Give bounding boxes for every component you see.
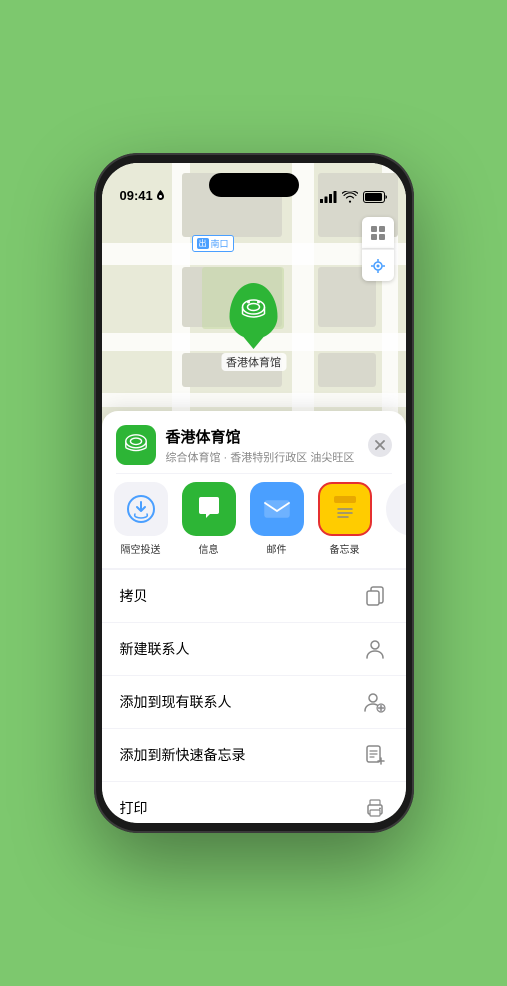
- message-icon-wrap: [182, 482, 236, 536]
- add-existing-icon: [362, 689, 388, 715]
- share-row: 隔空投送 信息: [102, 474, 406, 568]
- stadium-marker: 香港体育馆: [221, 283, 286, 371]
- airdrop-label: 隔空投送: [121, 541, 161, 556]
- airdrop-icon: [126, 494, 156, 524]
- mail-icon: [262, 494, 292, 524]
- add-notes-icon: [362, 742, 388, 768]
- message-icon: [194, 494, 224, 524]
- notes-label: 备忘录: [330, 541, 360, 556]
- share-item-notes[interactable]: 备忘录: [316, 482, 374, 556]
- copy-icon: [362, 583, 388, 609]
- location-icon: [371, 259, 385, 273]
- marker-label: 香港体育馆: [221, 353, 286, 371]
- share-item-more[interactable]: 提: [384, 482, 406, 556]
- print-label: 打印: [120, 798, 148, 818]
- bottom-sheet: 香港体育馆 综合体育馆 · 香港特别行政区 油尖旺区: [102, 411, 406, 823]
- battery-icon: [363, 191, 388, 203]
- map-type-icon: [370, 225, 386, 241]
- notes-icon-wrap: [318, 482, 372, 536]
- more-icon-wrap: [386, 482, 406, 536]
- more-dots-icon: [386, 482, 406, 536]
- airdrop-icon-wrap: [114, 482, 168, 536]
- stadium-icon: [240, 297, 268, 325]
- close-icon: [375, 440, 385, 450]
- venue-info: 香港体育馆 综合体育馆 · 香港特别行政区 油尖旺区: [166, 426, 358, 465]
- person-plus-icon: [364, 691, 386, 713]
- new-contact-label: 新建联系人: [120, 639, 190, 659]
- dynamic-island: [209, 173, 299, 197]
- action-list: 拷贝 新建联系人: [102, 569, 406, 823]
- status-time: 09:41: [120, 188, 165, 203]
- notes-icon: [330, 494, 360, 524]
- map-type-button[interactable]: [362, 217, 394, 249]
- phone-screen: 09:41: [102, 163, 406, 823]
- mail-icon-wrap: [250, 482, 304, 536]
- location-active-icon: [156, 190, 165, 201]
- message-label: 信息: [199, 541, 219, 556]
- phone-frame: 09:41: [94, 153, 414, 833]
- venue-sub: 综合体育馆 · 香港特别行政区 油尖旺区: [166, 449, 358, 465]
- print-svg-icon: [364, 797, 386, 819]
- action-new-contact[interactable]: 新建联系人: [102, 622, 406, 675]
- action-add-notes[interactable]: 添加到新快速备忘录: [102, 728, 406, 781]
- print-icon: [362, 795, 388, 821]
- action-copy[interactable]: 拷贝: [102, 569, 406, 622]
- map-controls: [362, 217, 394, 281]
- signal-icon: [320, 191, 337, 203]
- copy-svg-icon: [364, 585, 386, 607]
- location-button[interactable]: [362, 249, 394, 281]
- mail-label: 邮件: [267, 541, 287, 556]
- status-icons: [320, 191, 388, 203]
- add-notes-label: 添加到新快速备忘录: [120, 745, 246, 765]
- venue-stadium-icon: [123, 432, 149, 458]
- venue-icon: [116, 425, 156, 465]
- action-print[interactable]: 打印: [102, 781, 406, 823]
- notes-quick-icon: [364, 744, 386, 766]
- copy-label: 拷贝: [120, 586, 148, 606]
- close-button[interactable]: [368, 433, 392, 457]
- sheet-header: 香港体育馆 综合体育馆 · 香港特别行政区 油尖旺区: [102, 411, 406, 473]
- wifi-icon: [342, 191, 358, 203]
- action-add-existing[interactable]: 添加到现有联系人: [102, 675, 406, 728]
- nankou-label: 出 南口: [192, 235, 234, 252]
- new-contact-icon: [362, 636, 388, 662]
- share-item-mail[interactable]: 邮件: [248, 482, 306, 556]
- share-item-message[interactable]: 信息: [180, 482, 238, 556]
- person-icon: [364, 638, 386, 660]
- venue-name: 香港体育馆: [166, 426, 358, 447]
- add-existing-label: 添加到现有联系人: [120, 692, 232, 712]
- share-item-airdrop[interactable]: 隔空投送: [112, 482, 170, 556]
